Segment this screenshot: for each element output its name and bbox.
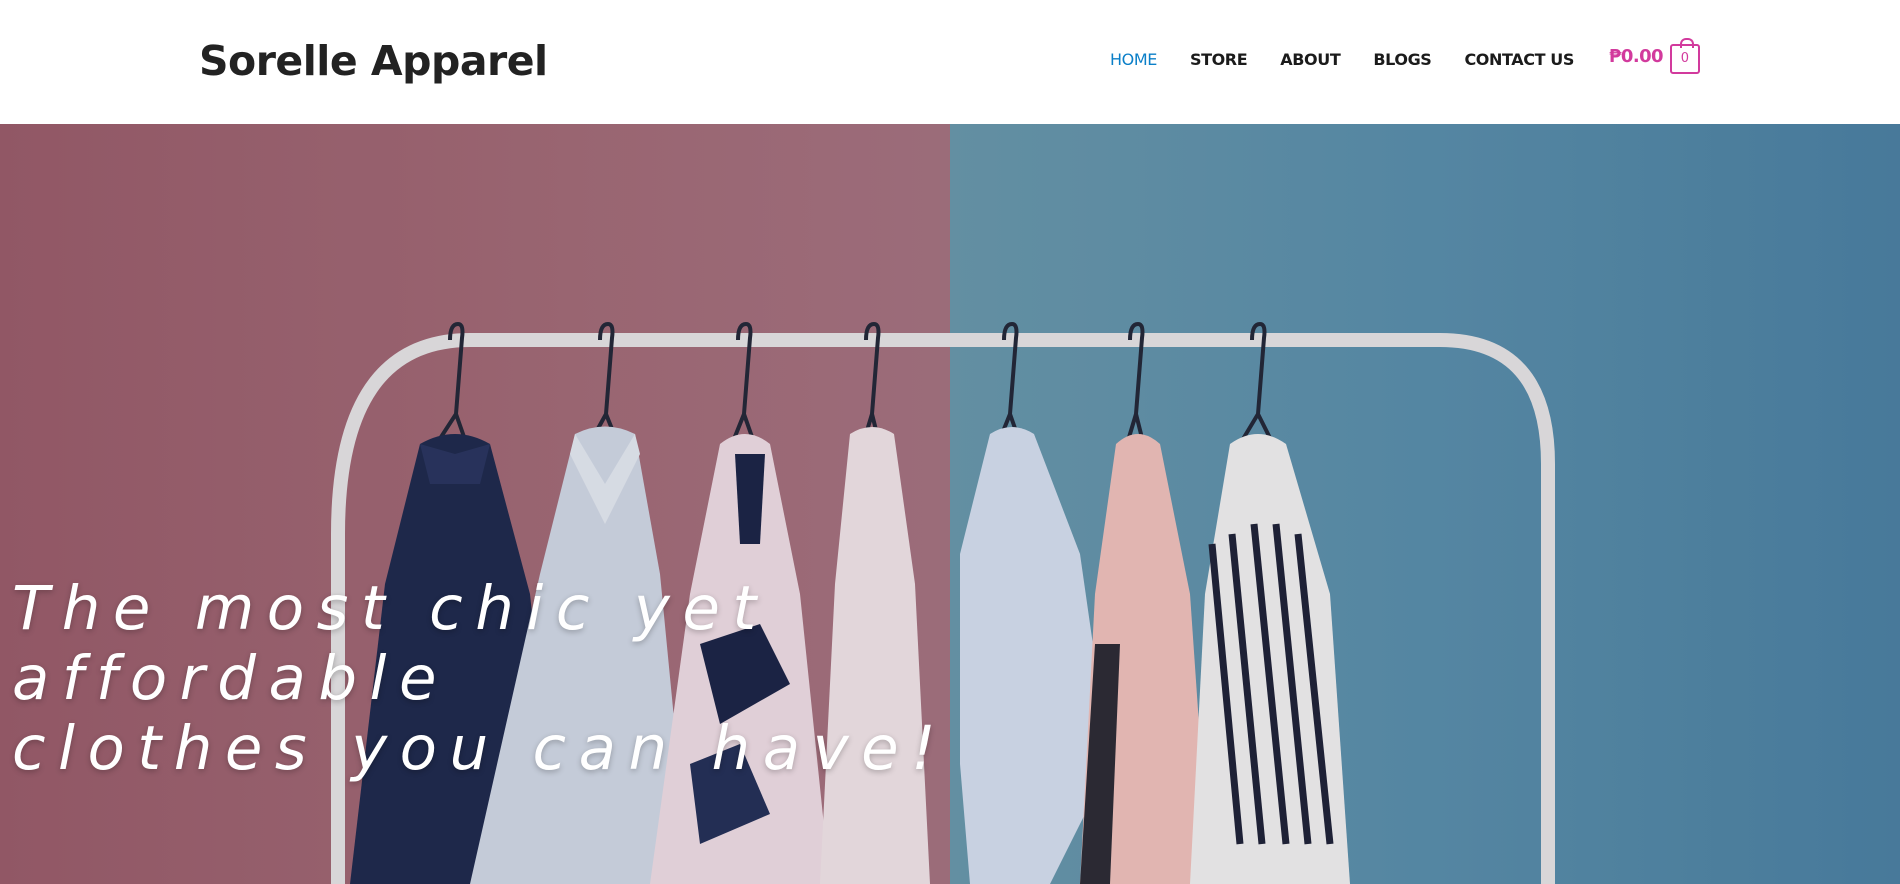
nav-blogs-link[interactable]: BLOGS xyxy=(1373,50,1431,69)
main-nav: HOME STORE ABOUT BLOGS CONTACT US xyxy=(1110,50,1607,69)
cart-total: ₱0.00 xyxy=(1609,45,1664,67)
site-header: Sorelle Apparel HOME STORE ABOUT BLOGS C… xyxy=(0,0,1900,124)
shopping-bag-icon: 0 xyxy=(1669,38,1700,74)
site-title[interactable]: Sorelle Apparel xyxy=(199,36,548,86)
nav-contact-link[interactable]: CONTACT US xyxy=(1464,50,1574,69)
nav-home-link[interactable]: HOME xyxy=(1110,50,1157,69)
page: Sorelle Apparel HOME STORE ABOUT BLOGS C… xyxy=(0,0,1900,884)
hero-heading-line-2: clothes you can have! xyxy=(12,713,949,784)
nav-store-link[interactable]: STORE xyxy=(1190,50,1248,69)
cart-count: 0 xyxy=(1680,51,1690,66)
nav-about-link[interactable]: ABOUT xyxy=(1280,50,1340,69)
hero-heading-line-1: The most chic yet affordable xyxy=(12,573,769,714)
cart-button[interactable]: ₱0.00 0 xyxy=(1609,38,1700,74)
hero-heading: The most chic yet affordable clothes you… xyxy=(12,574,1212,784)
